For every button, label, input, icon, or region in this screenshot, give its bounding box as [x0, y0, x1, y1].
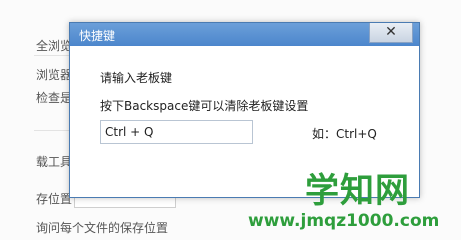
- divider: [34, 55, 74, 56]
- boss-key-input[interactable]: Ctrl + Q: [100, 120, 253, 144]
- watermark-url: www.jmqz1000.com: [248, 211, 440, 231]
- background-label: 载工具: [36, 155, 73, 169]
- background-label: 存位置: [36, 192, 73, 206]
- background-label: 检查是: [36, 91, 73, 105]
- dialog-titlebar[interactable]: 快捷键 ✕: [70, 23, 419, 46]
- backspace-hint: 按下Backspace键可以清除老板键设置: [100, 99, 309, 113]
- background-label: 浏览器: [36, 68, 73, 82]
- example-text: 如：Ctrl+Q: [312, 127, 377, 141]
- ask-save-location-option[interactable]: 询问每个文件的保存位置: [36, 219, 168, 236]
- close-icon: ✕: [385, 24, 397, 40]
- close-button[interactable]: ✕: [369, 23, 413, 43]
- watermark-title: 学知网: [305, 171, 410, 211]
- divider: [34, 130, 74, 131]
- background-label: 全浏览: [36, 39, 73, 53]
- boss-key-prompt: 请输入老板键: [100, 71, 173, 85]
- dialog-title: 快捷键: [79, 29, 116, 43]
